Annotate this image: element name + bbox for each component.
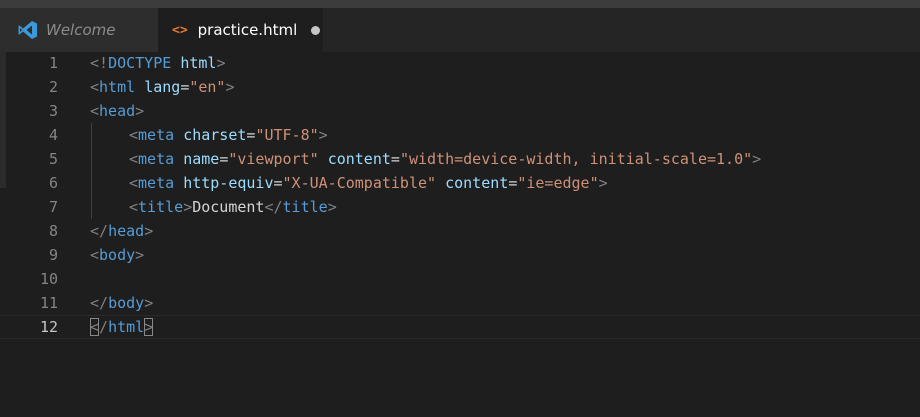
code-line[interactable]: 2 <html lang="en"> (0, 75, 920, 99)
code-text[interactable]: <!DOCTYPE html> (90, 51, 225, 75)
code-text[interactable]: <html lang="en"> (90, 75, 235, 99)
tab-practice-label: practice.html (197, 21, 298, 39)
code-text[interactable]: <meta charset="UTF-8"> (129, 123, 328, 147)
code-line[interactable]: 9 <body> (0, 243, 920, 267)
code-text[interactable]: <head> (90, 99, 144, 123)
code-line[interactable]: 1 <!DOCTYPE html> (0, 51, 920, 75)
code-line[interactable]: 3 <head> (0, 99, 920, 123)
line-number: 8 (48, 222, 58, 240)
code-line[interactable]: 10 (0, 267, 920, 291)
line-number: 11 (39, 294, 58, 312)
code-line[interactable]: 6 <meta http-equiv="X-UA-Compatible" cont… (0, 171, 920, 195)
code-text[interactable]: <meta http-equiv="X-UA-Compatible" conte… (129, 171, 608, 195)
editor-tab-bar: Welcome <> practice.html (0, 8, 920, 52)
line-number: 5 (48, 150, 58, 168)
title-bar (0, 0, 920, 8)
code-line[interactable]: 12 </html> (0, 315, 920, 339)
tab-practice-html[interactable]: <> practice.html (158, 8, 323, 52)
vscode-logo-icon (18, 21, 37, 39)
line-number: 1 (48, 54, 58, 72)
line-number: 7 (48, 198, 58, 216)
code-text[interactable]: <body> (90, 243, 144, 267)
code-text[interactable]: </html> (90, 315, 154, 339)
line-number: 9 (48, 246, 58, 264)
code-text[interactable]: <meta name="viewport" content="width=dev… (129, 147, 761, 171)
html-code-icon: <> (172, 22, 188, 38)
unsaved-changes-dot-icon[interactable] (311, 25, 321, 35)
line-number: 10 (39, 270, 58, 288)
indent-guide (91, 123, 92, 219)
code-line[interactable]: 5 <meta name="viewport" content="width=de… (0, 147, 920, 171)
line-number: 6 (48, 174, 58, 192)
line-number: 2 (48, 78, 58, 96)
tab-welcome[interactable]: Welcome (0, 8, 158, 52)
code-text[interactable]: </body> (90, 291, 153, 315)
code-line[interactable]: 8 </head> (0, 219, 920, 243)
tab-welcome-label: Welcome (46, 21, 116, 39)
line-number: 12 (39, 318, 58, 336)
line-number: 3 (48, 102, 58, 120)
code-line[interactable]: 4 <meta charset="UTF-8"> (0, 123, 920, 147)
code-text[interactable]: <title>Document</title> (129, 195, 337, 219)
line-number: 4 (48, 126, 58, 144)
code-text[interactable]: </head> (90, 219, 153, 243)
code-line[interactable]: 7 <title>Document</title> (0, 195, 920, 219)
code-line[interactable]: 11 </body> (0, 291, 920, 315)
